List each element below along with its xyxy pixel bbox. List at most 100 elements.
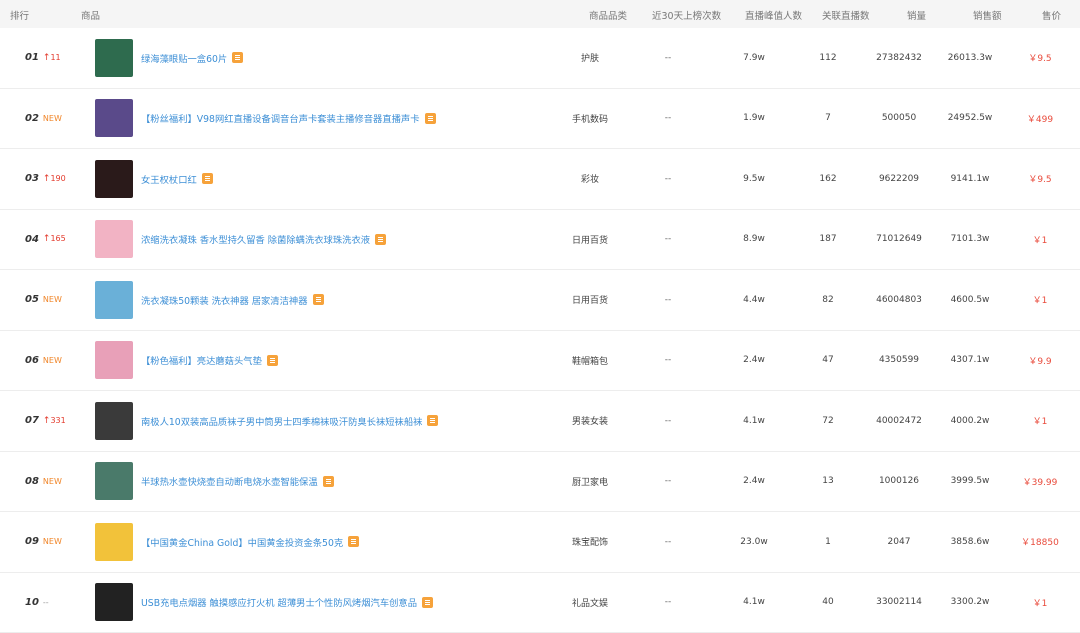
product-name-link[interactable]: 南极人10双装高品质袜子男中筒男士四季棉袜吸汗防臭长袜短袜船袜 — [141, 414, 422, 428]
table-row[interactable]: 08 NEW 半球热水壶快烧壶自动断电烧水壶智能保温 厨卫家电 -- 2.4w … — [0, 452, 1080, 513]
list-icon[interactable] — [313, 294, 324, 305]
price-cell: ￥1 — [1010, 391, 1070, 451]
price-cell: ￥39.99 — [1010, 452, 1070, 512]
list-icon[interactable] — [232, 52, 243, 63]
times-cell: -- — [640, 210, 696, 270]
list-icon[interactable] — [427, 415, 438, 426]
rank-cell: 05 NEW — [25, 270, 75, 330]
rank-cell: 07 ↑331 — [25, 391, 75, 451]
live-count-cell: 162 — [800, 149, 856, 209]
list-icon[interactable] — [348, 536, 359, 547]
product-thumbnail[interactable] — [95, 341, 133, 379]
product-thumbnail[interactable] — [95, 402, 133, 440]
product-thumbnail[interactable] — [95, 523, 133, 561]
rank-number: 03 — [25, 173, 39, 184]
rank-number: 04 — [25, 234, 39, 245]
live-count-cell: 82 — [800, 270, 856, 330]
rank-number: 08 — [25, 476, 39, 487]
product-name-link[interactable]: 【粉色福利】亮达蘑菇头气垫 — [141, 353, 262, 367]
table-row[interactable]: 09 NEW 【中国黄金China Gold】中国黄金投资金条50克 珠宝配饰 … — [0, 512, 1080, 573]
list-icon[interactable] — [422, 597, 433, 608]
rank-cell: 06 NEW — [25, 331, 75, 391]
product-thumbnail[interactable] — [95, 281, 133, 319]
rank-number: 09 — [25, 536, 39, 547]
rank-number: 01 — [25, 52, 39, 63]
rank-cell: 09 NEW — [25, 512, 75, 572]
peak-viewers-cell: 2.4w — [726, 331, 782, 391]
live-count-cell: 7 — [800, 89, 856, 149]
sales-cell: 40002472 — [866, 391, 932, 451]
product-thumbnail[interactable] — [95, 160, 133, 198]
product-name-link[interactable]: 半球热水壶快烧壶自动断电烧水壶智能保温 — [141, 474, 318, 488]
product-thumbnail[interactable] — [95, 99, 133, 137]
times-cell: -- — [640, 331, 696, 391]
list-icon[interactable] — [202, 173, 213, 184]
sales-cell: 500050 — [866, 89, 932, 149]
header-price[interactable]: 售价 — [1042, 8, 1061, 22]
amount-cell: 4600.5w — [940, 270, 1000, 330]
product-name-link[interactable]: 绿海藻眼贴一盒60片 — [141, 51, 227, 65]
table-row[interactable]: 03 ↑190 女王权杖口红 彩妆 -- 9.5w 162 9622209 91… — [0, 149, 1080, 210]
table-row[interactable]: 04 ↑165 浓缩洗衣凝珠 香水型持久留香 除菌除螨洗衣球珠洗衣液 日用百货 … — [0, 210, 1080, 271]
live-count-cell: 13 — [800, 452, 856, 512]
rank-number: 02 — [25, 113, 39, 124]
header-live[interactable]: 关联直播数 — [822, 8, 870, 22]
header-times[interactable]: 近30天上榜次数 — [652, 8, 721, 22]
product-name-link[interactable]: USB充电点烟器 触摸感应打火机 超薄男士个性防风烤烟汽车创意品 — [141, 595, 417, 609]
header-peak[interactable]: 直播峰值人数 — [745, 8, 802, 22]
product-name-cell[interactable]: 洗衣凝珠50颗装 洗衣神器 居家清洁神器 — [141, 270, 324, 330]
peak-viewers-cell: 9.5w — [726, 149, 782, 209]
category-cell: 手机数码 — [560, 89, 620, 149]
times-cell: -- — [640, 270, 696, 330]
table-row[interactable]: 07 ↑331 南极人10双装高品质袜子男中筒男士四季棉袜吸汗防臭长袜短袜船袜 … — [0, 391, 1080, 452]
arrow-up-icon: ↑ — [43, 53, 51, 63]
price-cell: ￥9.5 — [1010, 28, 1070, 88]
rank-change: -- — [43, 598, 49, 607]
table-row[interactable]: 05 NEW 洗衣凝珠50颗装 洗衣神器 居家清洁神器 日用百货 -- 4.4w… — [0, 270, 1080, 331]
product-name-cell[interactable]: 【粉色福利】亮达蘑菇头气垫 — [141, 331, 278, 391]
peak-viewers-cell: 1.9w — [726, 89, 782, 149]
table-row[interactable]: 10 -- USB充电点烟器 触摸感应打火机 超薄男士个性防风烤烟汽车创意品 礼… — [0, 573, 1080, 633]
list-icon[interactable] — [267, 355, 278, 366]
table-row[interactable]: 02 NEW 【粉丝福利】V98网红直播设备调音台声卡套装主播修音器直播声卡 手… — [0, 89, 1080, 150]
product-name-cell[interactable]: 半球热水壶快烧壶自动断电烧水壶智能保温 — [141, 452, 334, 512]
category-cell: 护肤 — [560, 28, 620, 88]
sales-cell: 9622209 — [866, 149, 932, 209]
times-cell: -- — [640, 512, 696, 572]
table-row[interactable]: 06 NEW 【粉色福利】亮达蘑菇头气垫 鞋帽箱包 -- 2.4w 47 435… — [0, 331, 1080, 392]
product-name-link[interactable]: 女王权杖口红 — [141, 172, 197, 186]
rank-change: NEW — [43, 477, 62, 486]
list-icon[interactable] — [425, 113, 436, 124]
product-name-cell[interactable]: 女王权杖口红 — [141, 149, 213, 209]
product-thumbnail[interactable] — [95, 462, 133, 500]
rank-change: NEW — [43, 295, 62, 304]
product-thumbnail[interactable] — [95, 39, 133, 77]
price-cell: ￥9.5 — [1010, 149, 1070, 209]
product-name-cell[interactable]: 绿海藻眼贴一盒60片 — [141, 28, 243, 88]
product-name-cell[interactable]: 浓缩洗衣凝珠 香水型持久留香 除菌除螨洗衣球珠洗衣液 — [141, 210, 386, 270]
product-name-cell[interactable]: USB充电点烟器 触摸感应打火机 超薄男士个性防风烤烟汽车创意品 — [141, 573, 433, 633]
product-name-cell[interactable]: 南极人10双装高品质袜子男中筒男士四季棉袜吸汗防臭长袜短袜船袜 — [141, 391, 438, 451]
amount-cell: 3300.2w — [940, 573, 1000, 633]
header-sales[interactable]: 销量 — [907, 8, 926, 22]
product-name-link[interactable]: 【中国黄金China Gold】中国黄金投资金条50克 — [141, 535, 343, 549]
table-row[interactable]: 01 ↑11 绿海藻眼贴一盒60片 护肤 -- 7.9w 112 2738243… — [0, 28, 1080, 89]
product-name-cell[interactable]: 【中国黄金China Gold】中国黄金投资金条50克 — [141, 512, 359, 572]
live-count-cell: 112 — [800, 28, 856, 88]
list-icon[interactable] — [323, 476, 334, 487]
amount-cell: 24952.5w — [940, 89, 1000, 149]
live-count-cell: 1 — [800, 512, 856, 572]
rank-change: ↑190 — [43, 174, 66, 184]
header-rank[interactable]: 排行 — [10, 8, 29, 22]
product-name-cell[interactable]: 【粉丝福利】V98网红直播设备调音台声卡套装主播修音器直播声卡 — [141, 89, 436, 149]
product-name-link[interactable]: 浓缩洗衣凝珠 香水型持久留香 除菌除螨洗衣球珠洗衣液 — [141, 232, 370, 246]
sales-cell: 71012649 — [866, 210, 932, 270]
header-amount[interactable]: 销售额 — [973, 8, 1002, 22]
amount-cell: 9141.1w — [940, 149, 1000, 209]
product-thumbnail[interactable] — [95, 220, 133, 258]
product-name-link[interactable]: 洗衣凝珠50颗装 洗衣神器 居家清洁神器 — [141, 293, 308, 307]
product-name-link[interactable]: 【粉丝福利】V98网红直播设备调音台声卡套装主播修音器直播声卡 — [141, 111, 420, 125]
live-count-cell: 47 — [800, 331, 856, 391]
product-thumbnail[interactable] — [95, 583, 133, 621]
list-icon[interactable] — [375, 234, 386, 245]
